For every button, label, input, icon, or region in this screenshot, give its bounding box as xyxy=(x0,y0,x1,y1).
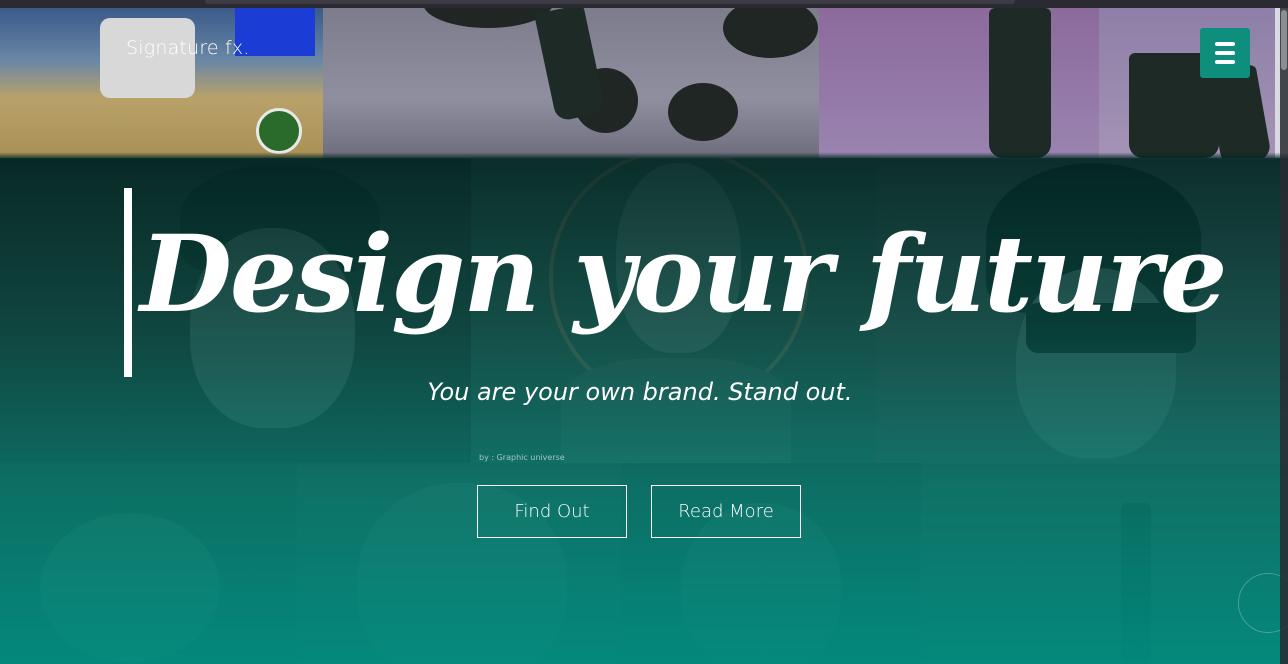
scrollbar-thumb[interactable] xyxy=(1281,10,1287,70)
scrollbar-track[interactable] xyxy=(1280,8,1288,664)
hamburger-menu-icon-line xyxy=(1215,60,1235,64)
image-credit: by : Graphic universe xyxy=(479,453,565,462)
hero-headline: Design your future xyxy=(140,211,1228,336)
brand-logo[interactable]: Signature fx. xyxy=(126,37,250,59)
hamburger-menu-icon xyxy=(1215,42,1235,46)
headline-accent-bar xyxy=(124,188,132,377)
hero-tagline: You are your own brand. Stand out. xyxy=(427,378,853,406)
menu-button[interactable] xyxy=(1200,28,1250,78)
browser-tab-bar xyxy=(205,0,1015,4)
find-out-button[interactable]: Find Out xyxy=(477,485,627,538)
read-more-button[interactable]: Read More xyxy=(651,485,801,538)
browser-top-strip xyxy=(0,0,1288,8)
hamburger-menu-icon-line xyxy=(1215,51,1235,55)
hero-section: Signature fx. Design your future You are… xyxy=(0,8,1288,664)
